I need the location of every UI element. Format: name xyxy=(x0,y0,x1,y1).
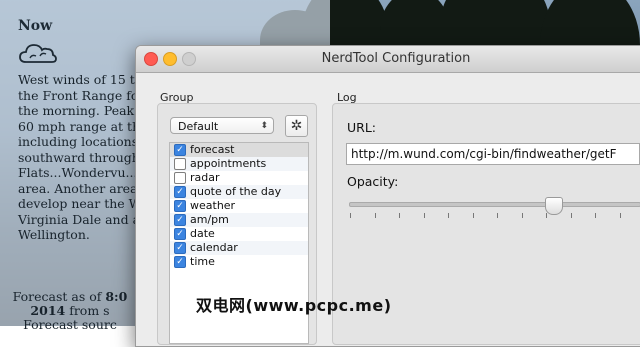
list-item-label: weather xyxy=(190,199,236,212)
footer-prefix: Forecast as of xyxy=(12,289,106,304)
opacity-label: Opacity: xyxy=(347,174,399,189)
checkbox[interactable]: ✓ xyxy=(174,214,186,226)
slider-tick xyxy=(571,213,572,218)
checkbox[interactable]: ✓ xyxy=(174,228,186,240)
checkbox[interactable]: ✓ xyxy=(174,256,186,268)
checkbox[interactable] xyxy=(174,172,186,184)
chevron-updown-icon: ⬍ xyxy=(260,121,268,131)
forecast-line: Flats...Wondervu... xyxy=(18,165,138,180)
opacity-slider-knob[interactable] xyxy=(545,197,563,215)
checkbox[interactable]: ✓ xyxy=(174,186,186,198)
checkbox[interactable] xyxy=(174,158,186,170)
slider-tick xyxy=(375,213,376,218)
checkbox[interactable]: ✓ xyxy=(174,200,186,212)
forecast-line: southward through xyxy=(18,149,140,165)
footer-source: from s xyxy=(65,303,110,318)
list-item-label: calendar xyxy=(190,241,238,254)
footer-credit: Forecast sourc xyxy=(23,317,117,332)
gear-icon: ✲ xyxy=(290,118,303,134)
list-item-label: time xyxy=(190,255,215,268)
list-item[interactable]: radar xyxy=(170,171,308,185)
list-item-label: quote of the day xyxy=(190,185,282,198)
forecast-line: the Front Range foo xyxy=(18,87,146,103)
list-item-label: radar xyxy=(190,171,220,184)
list-item-label: forecast xyxy=(190,143,235,156)
group-select-value: Default xyxy=(178,120,219,133)
forecast-line: West winds of 15 to xyxy=(18,72,143,87)
cloud-icon xyxy=(19,44,57,63)
forecast-line: Wellington. xyxy=(18,227,90,242)
forecast-line: develop near the W xyxy=(18,196,142,211)
window-titlebar[interactable]: NerdTool Configuration xyxy=(136,46,640,73)
gear-button[interactable]: ✲ xyxy=(285,115,308,137)
slider-tick xyxy=(497,213,498,218)
checkbox[interactable]: ✓ xyxy=(174,242,186,254)
footer-year: 2014 xyxy=(30,303,66,318)
url-input[interactable]: http://m.wund.com/cgi-bin/findweather/ge… xyxy=(346,143,640,165)
footer-time: 8:0 xyxy=(105,289,128,304)
slider-tick xyxy=(399,213,400,218)
list-item[interactable]: ✓ calendar xyxy=(170,241,308,255)
opacity-slider-ticks xyxy=(350,213,640,218)
url-label: URL: xyxy=(347,120,377,135)
watermark: 双电网(www.pcpc.me) xyxy=(196,296,392,315)
widget-title: Now xyxy=(18,18,53,34)
list-item[interactable]: ✓ time xyxy=(170,255,308,269)
checkbox[interactable]: ✓ xyxy=(174,144,186,156)
slider-tick xyxy=(595,213,596,218)
forecast-line: the morning. Peak xyxy=(18,103,135,118)
slider-tick xyxy=(522,213,523,218)
list-item[interactable]: ✓ date xyxy=(170,227,308,241)
slider-tick xyxy=(546,213,547,218)
window-title: NerdTool Configuration xyxy=(321,51,471,66)
list-item[interactable]: ✓ am/pm xyxy=(170,213,308,227)
slider-tick xyxy=(620,213,621,218)
forecast-line: Virginia Dale and a xyxy=(18,211,141,227)
slider-tick xyxy=(424,213,425,218)
slider-tick xyxy=(350,213,351,218)
slider-tick xyxy=(473,213,474,218)
list-item-label: date xyxy=(190,227,215,240)
forecast-text: West winds of 15 to the Front Range foo … xyxy=(18,72,146,243)
slider-tick xyxy=(448,213,449,218)
forecast-line: including locations xyxy=(18,134,139,149)
opacity-slider[interactable] xyxy=(349,202,640,207)
list-item[interactable]: appointments xyxy=(170,157,308,171)
group-select[interactable]: Default ⬍ xyxy=(170,117,274,134)
list-item[interactable]: ✓ forecast xyxy=(170,143,308,157)
list-item[interactable]: ✓ quote of the day xyxy=(170,185,308,199)
list-item[interactable]: ✓ weather xyxy=(170,199,308,213)
forecast-line: area. Another area xyxy=(18,180,138,196)
list-item-label: am/pm xyxy=(190,213,229,226)
forecast-line: 60 mph range at th xyxy=(18,118,141,134)
list-item-label: appointments xyxy=(190,157,267,170)
